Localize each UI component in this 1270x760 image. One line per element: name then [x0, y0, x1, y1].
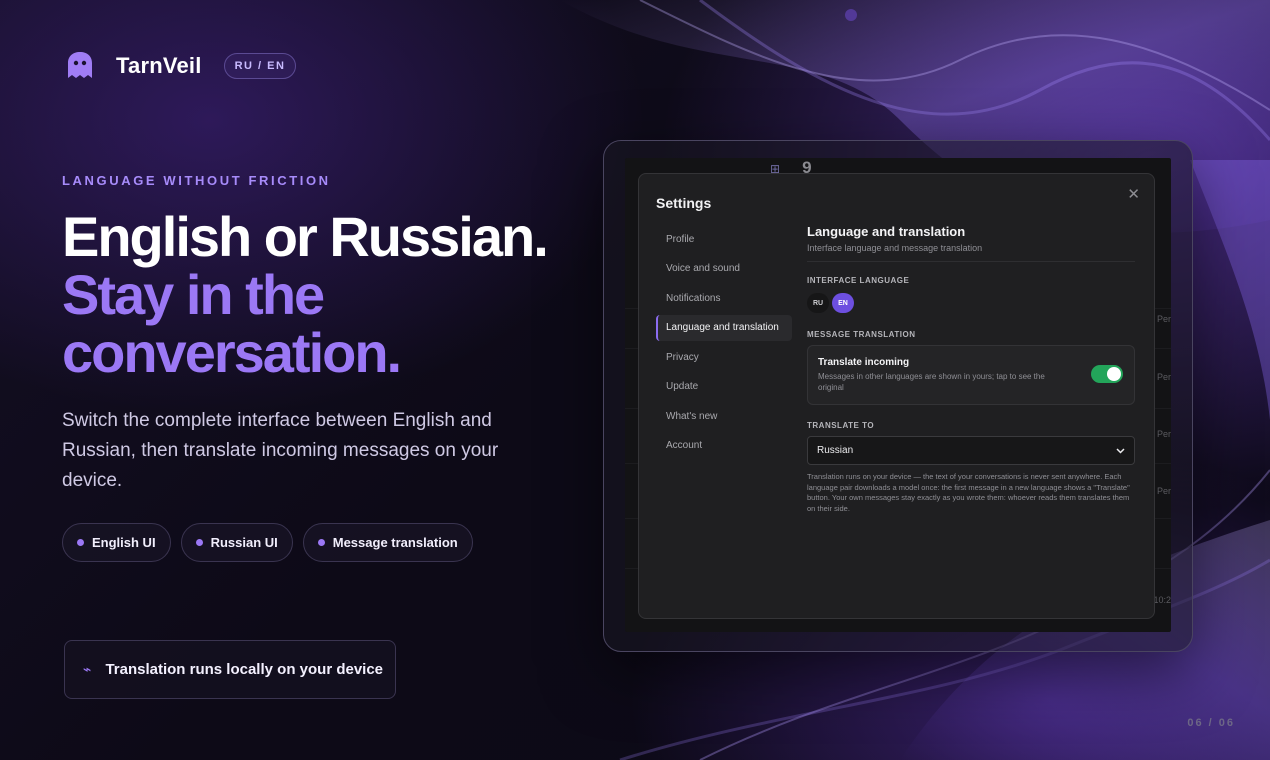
- nav-item-update[interactable]: Update: [656, 374, 792, 400]
- nav-item-whats-new[interactable]: What's new: [656, 403, 792, 429]
- timestamp: Per: [1156, 314, 1171, 324]
- translate-to-label: TRANSLATE TO: [807, 421, 875, 430]
- eyebrow-label: LANGUAGE WITHOUT FRICTION: [62, 173, 331, 188]
- close-icon[interactable]: ✕: [1127, 185, 1140, 203]
- translate-to-select[interactable]: Russian: [807, 436, 1135, 465]
- nav-item-notifications[interactable]: Notifications: [656, 285, 792, 311]
- chip-label: Message translation: [332, 535, 458, 550]
- chip-english-ui: English UI: [62, 523, 171, 562]
- translate-to-value: Russian: [817, 445, 854, 456]
- language-option-ru[interactable]: RU: [807, 293, 829, 313]
- language-switch-button[interactable]: RU / EN: [223, 53, 297, 79]
- timestamp: Per: [1156, 429, 1171, 439]
- message-translation-label: MESSAGE TRANSLATION: [807, 330, 916, 339]
- translate-incoming-description: Messages in other languages are shown in…: [818, 372, 1045, 392]
- headline-accent: Stay in the conversation.: [62, 263, 402, 384]
- interface-language-label: INTERFACE LANGUAGE: [807, 276, 910, 285]
- timestamp: Per: [1156, 486, 1171, 496]
- subtext: Switch the complete interface between En…: [62, 410, 499, 491]
- translate-incoming-title: Translate incoming: [818, 357, 910, 368]
- translation-footnote: Translation runs on your device — the te…: [807, 472, 1130, 513]
- chevron-down-icon: [1116, 447, 1125, 454]
- feature-chips: English UI Russian UI Message translatio…: [62, 523, 473, 562]
- local-translation-note: ⌁ Translation runs locally on your devic…: [64, 640, 396, 699]
- nav-item-language-and-translation[interactable]: Language and translation: [656, 314, 792, 341]
- brand-header: TarnVeil RU / EN: [62, 48, 297, 84]
- local-note-text: Translation runs locally on your device: [105, 661, 384, 678]
- lightning-icon: ⌁: [83, 661, 92, 677]
- brand-name: TarnVeil: [116, 53, 202, 78]
- modal-title: Settings: [656, 195, 712, 211]
- settings-nav: Profile Voice and sound Notifications La…: [656, 226, 792, 462]
- panel-description: Interface language and message translati…: [807, 243, 983, 253]
- page-indicator: 06 / 06: [1187, 717, 1235, 729]
- language-option-en[interactable]: EN: [832, 293, 854, 313]
- interface-language-toggle: RU EN: [807, 293, 1135, 313]
- nav-item-profile[interactable]: Profile: [656, 226, 792, 252]
- settings-modal: Settings ✕ Profile Voice and sound Notif…: [638, 173, 1155, 619]
- dot-icon: [195, 539, 203, 546]
- settings-panel: Language and translation Interface langu…: [807, 224, 1135, 514]
- chip-label: English UI: [92, 535, 156, 550]
- translate-incoming-toggle[interactable]: [1091, 365, 1123, 383]
- ghost-logo-icon: [68, 52, 92, 78]
- dot-icon: [77, 539, 84, 546]
- nav-item-voice-and-sound[interactable]: Voice and sound: [656, 256, 792, 282]
- nav-item-account[interactable]: Account: [656, 433, 792, 459]
- translate-incoming-card: Translate incoming Messages in other lan…: [807, 345, 1135, 405]
- nav-item-privacy[interactable]: Privacy: [656, 344, 792, 370]
- headline-text: English or Russian.: [62, 205, 549, 268]
- divider: [807, 261, 1135, 262]
- chip-russian-ui: Russian UI: [180, 523, 293, 562]
- headline: English or Russian. Stay in the conversa…: [62, 208, 562, 382]
- timestamp: Per: [1156, 372, 1171, 382]
- dot-icon: [317, 539, 325, 546]
- panel-title: Language and translation: [807, 224, 966, 239]
- chip-message-translation: Message translation: [302, 523, 473, 562]
- chip-label: Russian UI: [210, 535, 278, 550]
- timestamp: 10:2: [1153, 595, 1171, 605]
